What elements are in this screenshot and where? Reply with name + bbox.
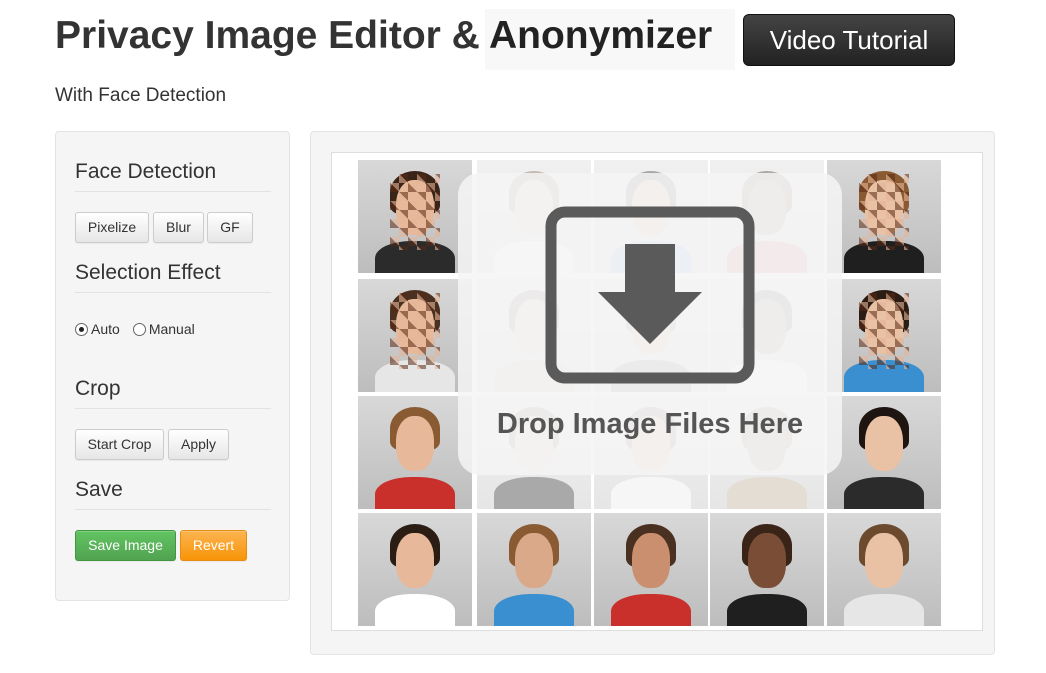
collage-photo — [358, 396, 472, 509]
video-tutorial-button[interactable]: Video Tutorial — [743, 14, 955, 66]
face-detection-heading: Face Detection — [75, 160, 217, 183]
start-crop-button[interactable]: Start Crop — [75, 429, 164, 460]
blur-button[interactable]: Blur — [153, 212, 204, 243]
save-image-button[interactable]: Save Image — [75, 530, 176, 561]
selection-effect-heading: Selection Effect — [75, 261, 221, 284]
collage-photo — [358, 160, 472, 273]
collage-photo — [710, 513, 824, 626]
drop-files-text: Drop Image Files Here — [496, 408, 804, 440]
pixelize-button[interactable]: Pixelize — [75, 212, 149, 243]
divider — [75, 509, 271, 510]
auto-radio-label[interactable]: Auto — [91, 321, 120, 337]
tools-sidebar: Face Detection Pixelize Blur GF Selectio… — [55, 131, 290, 601]
manual-radio-label[interactable]: Manual — [149, 321, 195, 337]
revert-button[interactable]: Revert — [180, 530, 247, 561]
collage-photo — [358, 513, 472, 626]
page-title-highlight: Anonymizer — [489, 14, 713, 57]
collage-photo — [827, 513, 941, 626]
image-workspace: Drop Image Files Here — [310, 131, 995, 655]
save-heading: Save — [75, 478, 123, 501]
selection-effect-options: Auto Manual — [75, 321, 208, 337]
crop-heading: Crop — [75, 377, 121, 400]
image-canvas[interactable]: Drop Image Files Here — [331, 152, 983, 631]
drop-zone[interactable]: Drop Image Files Here — [458, 173, 842, 475]
page-title: Privacy Image Editor & — [55, 14, 480, 57]
collage-photo — [827, 396, 941, 509]
divider — [75, 191, 271, 192]
apply-crop-button[interactable]: Apply — [168, 429, 229, 460]
collage-photo — [477, 513, 591, 626]
auto-radio[interactable] — [75, 322, 88, 336]
collage-photo — [827, 279, 941, 392]
divider — [75, 408, 271, 409]
collage-photo — [358, 279, 472, 392]
gf-button[interactable]: GF — [207, 212, 253, 243]
divider — [75, 292, 271, 293]
download-arrow-icon — [545, 206, 755, 384]
manual-radio[interactable] — [132, 322, 146, 336]
page-subtitle: With Face Detection — [55, 85, 227, 106]
collage-photo — [827, 160, 941, 273]
collage-photo — [594, 513, 708, 626]
